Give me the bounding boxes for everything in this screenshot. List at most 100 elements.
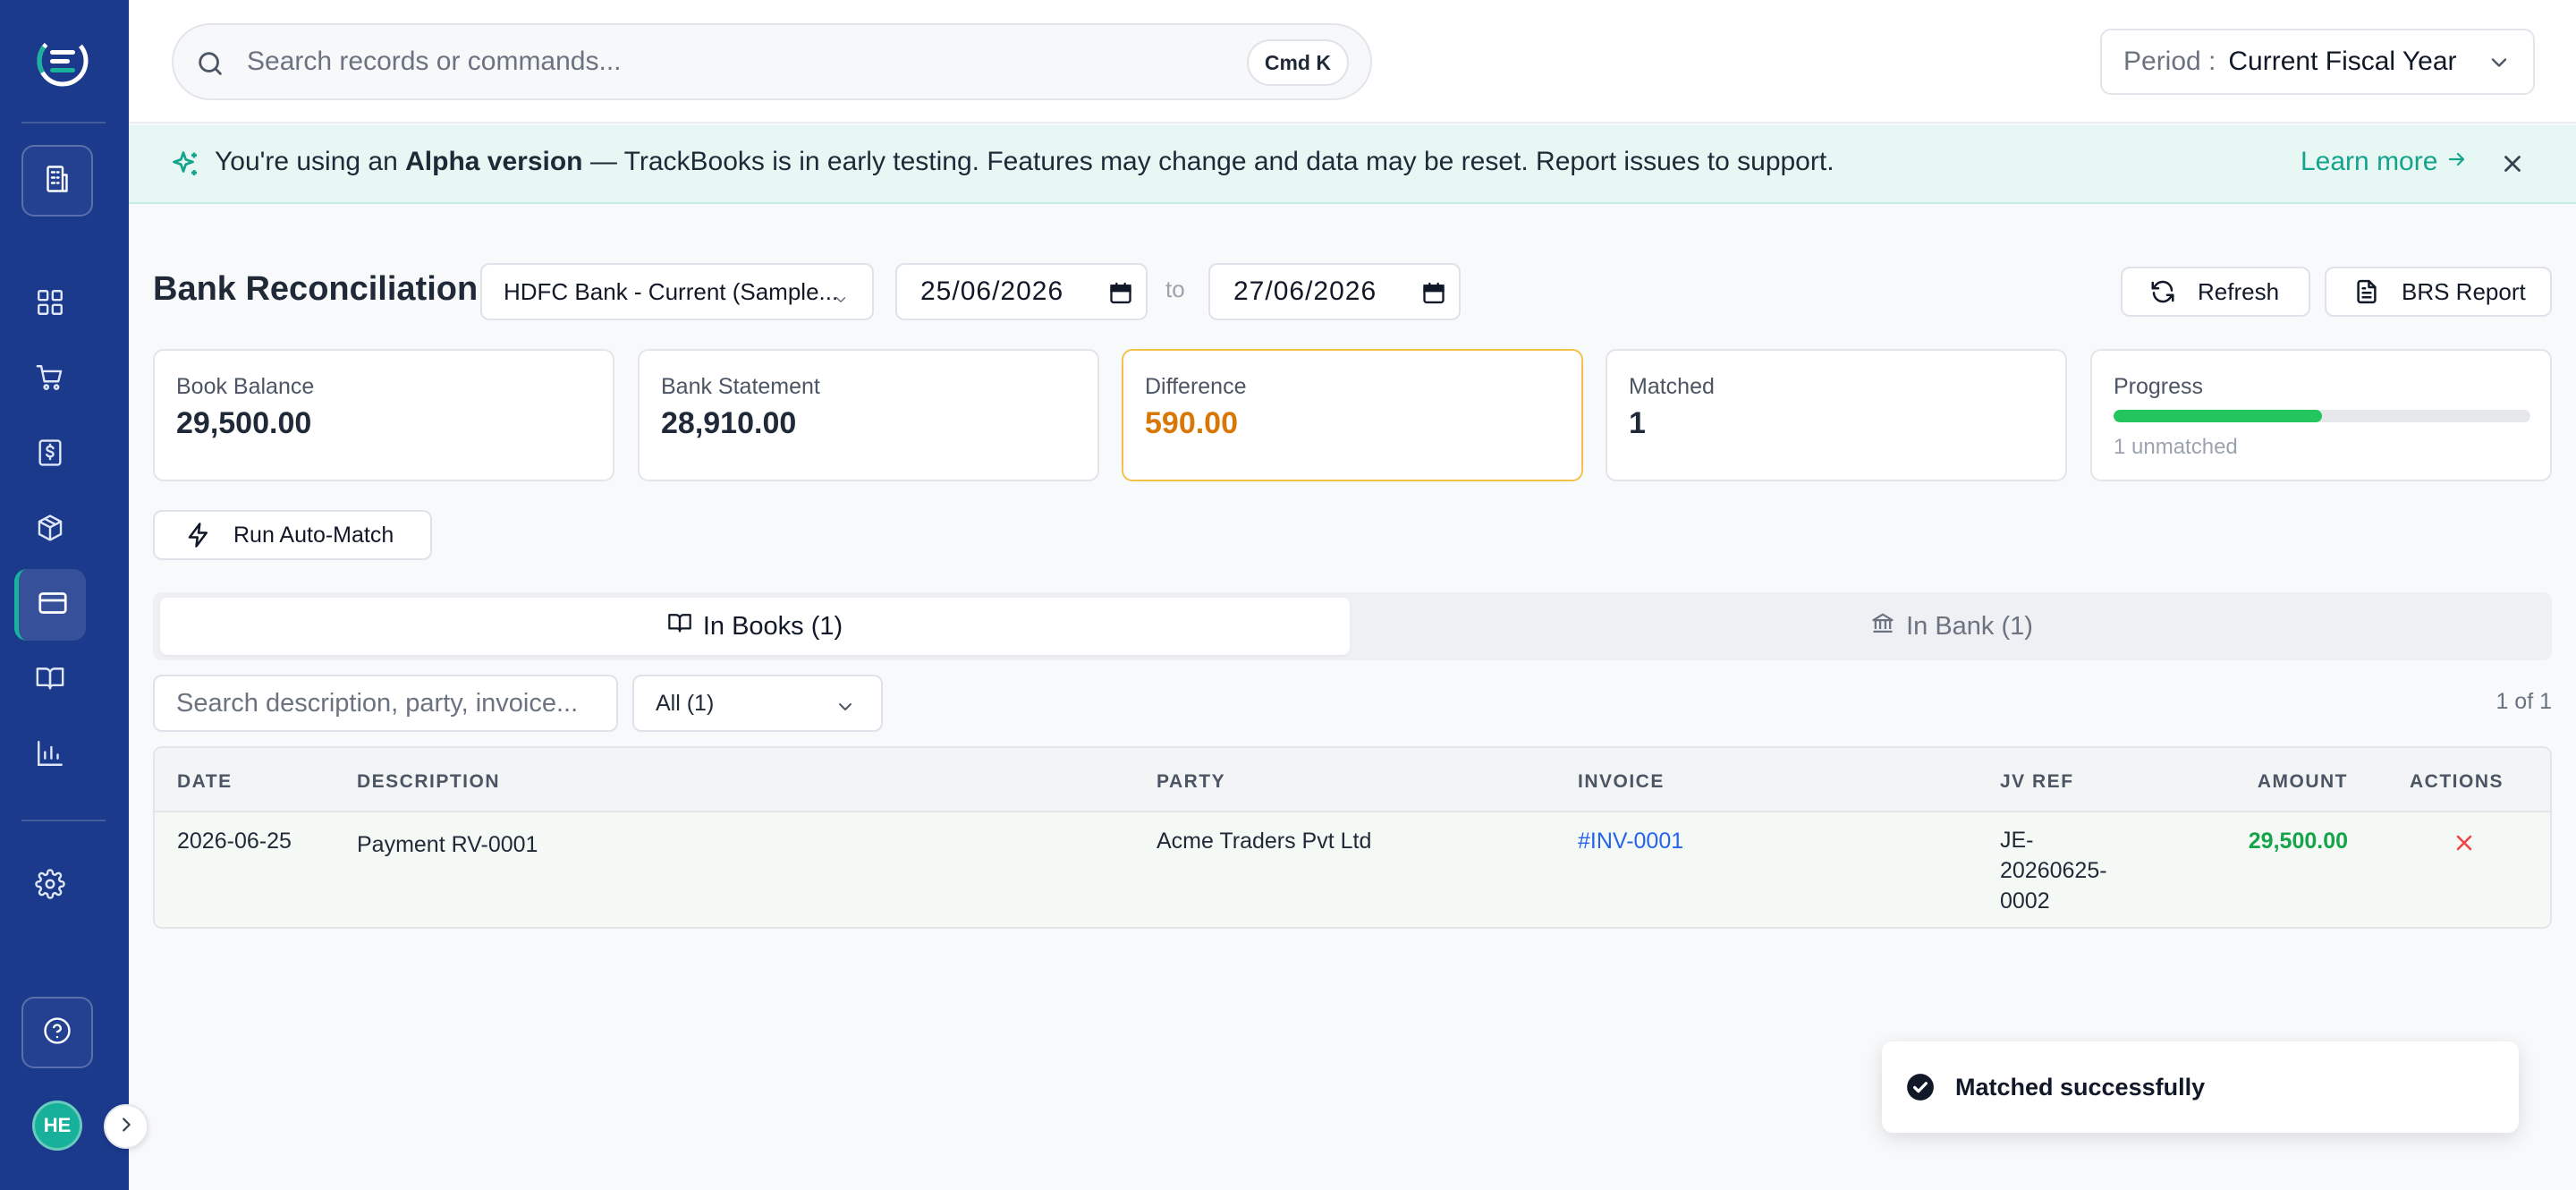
- row-jv-ref-line: JE-: [2000, 828, 2034, 853]
- sidebar-item-reports[interactable]: [32, 737, 68, 773]
- date-range-separator: to: [1165, 276, 1185, 302]
- invoice-dollar-icon: [35, 438, 65, 472]
- row-invoice-link[interactable]: #INV-0001: [1578, 829, 1683, 854]
- row-description: Payment RV-0001: [357, 832, 538, 857]
- period-value: Current Fiscal Year: [2228, 47, 2457, 76]
- column-header-party: PARTY: [1157, 771, 1226, 792]
- difference-value: 590.00: [1145, 406, 1238, 440]
- calendar-icon[interactable]: [1421, 281, 1446, 313]
- status-filter-value: All (1): [656, 690, 715, 716]
- reconciliation-tabs: In Books (1) In Bank (1): [153, 592, 2552, 660]
- progress-bar: [2114, 410, 2530, 422]
- sidebar-item-dashboard[interactable]: [32, 286, 68, 322]
- transaction-search-input[interactable]: [153, 675, 618, 732]
- banner-close-icon[interactable]: [2499, 150, 2526, 182]
- building-icon: [41, 163, 73, 200]
- chevron-down-icon: [2487, 50, 2512, 82]
- chevron-down-icon: [833, 286, 849, 314]
- sidebar: HE: [0, 0, 148, 1190]
- date-to-value: 27/06/2026: [1233, 276, 1377, 306]
- tab-in-bank-label: In Bank (1): [1906, 611, 2033, 641]
- period-label: Period :: [2123, 47, 2216, 76]
- arrow-right-icon: [2446, 147, 2468, 177]
- period-select[interactable]: Period : Current Fiscal Year: [2100, 29, 2535, 95]
- column-header-amount: AMOUNT: [2257, 771, 2348, 792]
- row-party: Acme Traders Pvt Ltd: [1157, 829, 1372, 854]
- tab-in-books-label: In Books (1): [702, 611, 843, 641]
- bank-statement-card: Bank Statement 28,910.00: [638, 349, 1099, 481]
- credit-card-icon: [37, 587, 69, 624]
- banner-text: You're using an Alpha version — TrackBoo…: [215, 147, 1835, 177]
- banner-prefix: You're using an: [215, 147, 406, 176]
- status-filter-select[interactable]: All (1): [632, 675, 883, 732]
- run-auto-match-button[interactable]: Run Auto-Match: [153, 510, 432, 560]
- banner-highlight: Alpha version: [405, 147, 583, 176]
- row-jv-ref: JE- 20260625- 0002: [2000, 825, 2107, 916]
- date-to-input[interactable]: 27/06/2026: [1208, 263, 1461, 320]
- search-icon: [195, 48, 225, 83]
- sidebar-item-banking[interactable]: [14, 569, 86, 641]
- chevron-right-icon: [116, 1115, 136, 1139]
- pagination-info: 1 of 1: [2496, 689, 2552, 714]
- command-search-input[interactable]: [247, 47, 1213, 77]
- learn-more-link[interactable]: Learn more: [2301, 147, 2468, 177]
- command-search[interactable]: Cmd K: [172, 23, 1372, 100]
- tab-in-books[interactable]: In Books (1): [160, 598, 1350, 655]
- column-header-description: DESCRIPTION: [357, 771, 501, 792]
- gear-icon: [35, 868, 65, 904]
- trackbooks-logo-icon[interactable]: [30, 29, 95, 93]
- bar-chart-icon: [35, 738, 65, 773]
- success-toast: Matched successfully: [1882, 1041, 2519, 1133]
- refresh-icon: [2149, 278, 2176, 305]
- progress-label: Progress: [2114, 374, 2204, 399]
- run-auto-match-label: Run Auto-Match: [233, 522, 394, 548]
- learn-more-label: Learn more: [2301, 147, 2438, 176]
- row-jv-ref-line: 20260625-: [2000, 858, 2107, 883]
- brs-report-button[interactable]: BRS Report: [2325, 267, 2552, 317]
- sidebar-item-company[interactable]: [21, 145, 93, 217]
- book-icon: [35, 663, 65, 698]
- check-circle-icon: [1905, 1072, 1936, 1102]
- book-open-icon: [667, 610, 692, 642]
- chevron-down-icon: [835, 696, 856, 724]
- top-bar: Cmd K Period : Current Fiscal Year: [129, 0, 2576, 123]
- brs-report-label: BRS Report: [2402, 277, 2526, 305]
- sidebar-expand-button[interactable]: [104, 1104, 148, 1149]
- help-button[interactable]: [21, 997, 93, 1068]
- bank-icon: [1870, 610, 1895, 642]
- help-icon: [42, 1016, 72, 1050]
- difference-card: Difference 590.00: [1122, 349, 1583, 481]
- sidebar-item-sales[interactable]: [32, 361, 68, 397]
- column-header-actions: ACTIONS: [2410, 771, 2504, 792]
- sidebar-divider: [21, 820, 106, 821]
- table-row[interactable]: 2026-06-25 Payment RV-0001 Acme Traders …: [155, 812, 2550, 927]
- matched-value: 1: [1629, 406, 1646, 440]
- sidebar-item-settings[interactable]: [32, 868, 68, 904]
- refresh-button[interactable]: Refresh: [2121, 267, 2310, 317]
- unmatch-icon[interactable]: [2452, 830, 2477, 862]
- row-jv-ref-line: 0002: [2000, 888, 2050, 914]
- row-date: 2026-06-25: [177, 829, 292, 854]
- lightning-icon: [185, 522, 212, 548]
- sidebar-divider: [21, 122, 106, 123]
- calendar-icon[interactable]: [1108, 281, 1133, 313]
- column-header-invoice: INVOICE: [1578, 771, 1665, 792]
- refresh-label: Refresh: [2198, 277, 2280, 305]
- cart-icon: [35, 362, 65, 397]
- sidebar-item-ledger[interactable]: [32, 662, 68, 698]
- dashboard-icon: [35, 287, 65, 322]
- matched-card: Matched 1: [1606, 349, 2067, 481]
- bank-account-select[interactable]: HDFC Bank - Current (Sample...: [480, 263, 874, 320]
- sidebar-item-inventory[interactable]: [32, 512, 68, 548]
- book-balance-value: 29,500.00: [176, 406, 312, 440]
- progress-subtext: 1 unmatched: [2114, 435, 2238, 459]
- user-avatar[interactable]: HE: [32, 1101, 82, 1151]
- bank-statement-label: Bank Statement: [661, 374, 820, 399]
- alpha-banner: You're using an Alpha version — TrackBoo…: [129, 125, 2576, 204]
- bank-statement-value: 28,910.00: [661, 406, 797, 440]
- matched-label: Matched: [1629, 374, 1715, 399]
- sidebar-item-invoices[interactable]: [32, 437, 68, 472]
- tab-in-bank[interactable]: In Bank (1): [1357, 598, 2546, 655]
- date-from-input[interactable]: 25/06/2026: [895, 263, 1148, 320]
- box-icon: [35, 513, 65, 548]
